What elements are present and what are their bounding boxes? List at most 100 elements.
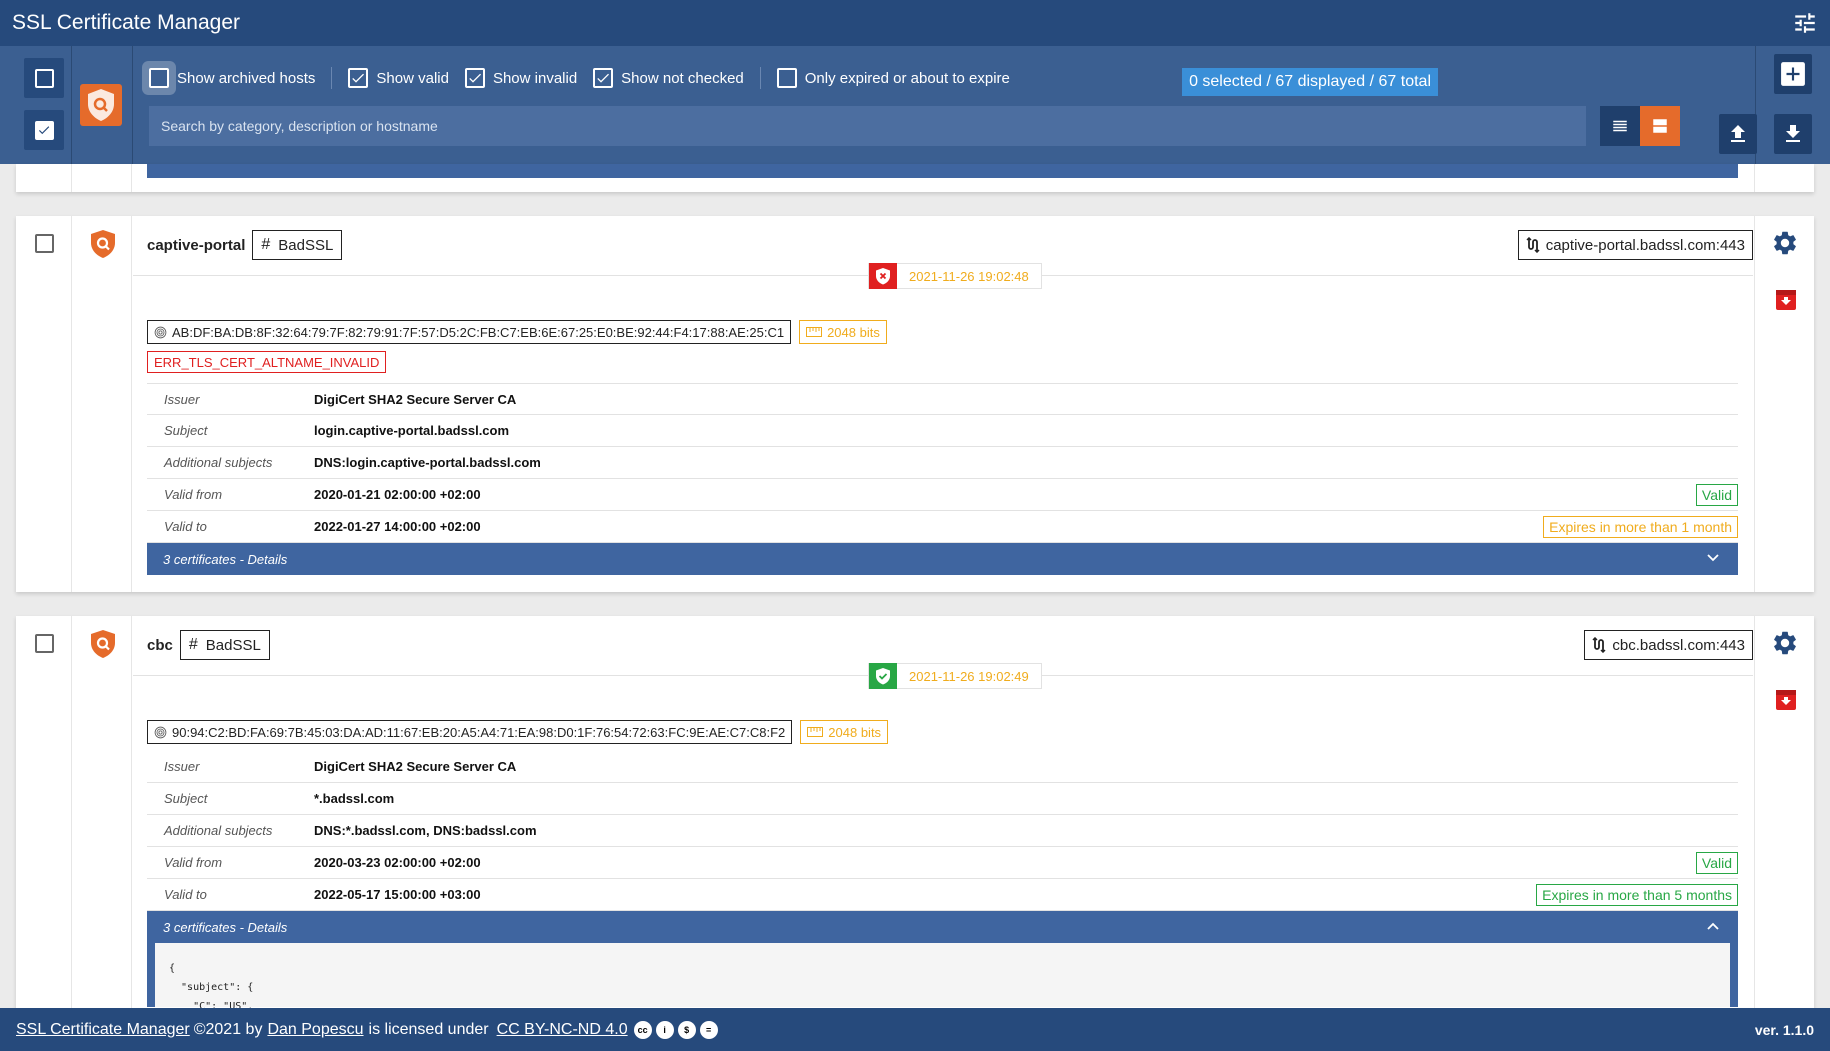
divider	[759, 67, 761, 89]
connection-icon	[1526, 237, 1540, 253]
action-buttons	[1719, 46, 1830, 164]
select-none-button[interactable]	[24, 58, 64, 98]
shield-search-icon	[91, 630, 115, 658]
last-check: 2021-11-26 19:02:48	[868, 263, 1042, 289]
ruler-icon	[807, 727, 824, 737]
upload-button[interactable]	[1719, 114, 1757, 154]
checkbox[interactable]	[593, 68, 614, 88]
divider	[331, 67, 333, 89]
hash-icon: #	[188, 636, 198, 653]
shield-check-icon	[869, 663, 897, 689]
fingerprint: AB:DF:BA:DB:8F:32:64:79:7F:82:79:91:7F:5…	[147, 320, 792, 344]
filter-only-expiring[interactable]: Only expired or about to expire	[776, 68, 1010, 88]
category-tag[interactable]: # BadSSL	[179, 630, 270, 660]
row-select-checkbox[interactable]	[35, 234, 54, 253]
author-link[interactable]: Dan Popescu	[267, 1021, 363, 1039]
archive-icon[interactable]	[1774, 288, 1798, 312]
app-logo	[80, 84, 122, 126]
gear-icon[interactable]	[1771, 229, 1799, 257]
list-view-button[interactable]	[1600, 106, 1640, 146]
host-card: cbc # BadSSL cbc.badssl.com:443 2021-11-2…	[16, 616, 1814, 1016]
category-tag[interactable]: # BadSSL	[252, 230, 343, 260]
detail-row: Issuer DigiCert SHA2 Secure Server CA	[147, 751, 1738, 783]
certificate-details: Issuer DigiCert SHA2 Secure Server CA Sub…	[147, 751, 1738, 1012]
fingerprint-icon	[154, 326, 167, 338]
status-badge: Valid	[1695, 852, 1738, 874]
hash-icon: #	[261, 236, 271, 253]
shield-search-icon	[88, 89, 114, 121]
toolbar: Show archived hosts Show valid Show inva…	[0, 46, 1830, 164]
shield-search-icon	[91, 230, 115, 258]
host-card: captive-portal # BadSSL captive-portal.ba…	[16, 216, 1814, 592]
host-name: cbc	[147, 636, 173, 654]
detail-row: Issuer DigiCert SHA2 Secure Server CA	[147, 383, 1738, 415]
view-toggle	[1600, 106, 1680, 146]
license-icons: cc i $ =	[633, 1020, 722, 1039]
download-button[interactable]	[1774, 114, 1812, 154]
footer: SSL Certificate Manager ©2021 by Dan Pop…	[0, 1008, 1830, 1051]
ruler-icon	[806, 327, 823, 337]
chain-bar	[147, 164, 1738, 178]
detail-row: Subject login.captive-portal.badssl.com	[147, 415, 1738, 447]
card-view-button[interactable]	[1640, 106, 1680, 146]
upload-icon	[1731, 125, 1745, 142]
version-label: ver. 1.1.0	[1754, 1021, 1814, 1038]
gear-icon[interactable]	[1771, 629, 1799, 657]
add-host-button[interactable]	[1774, 54, 1812, 94]
checkbox[interactable]	[776, 68, 797, 88]
download-icon	[1786, 125, 1800, 142]
cards-icon	[1653, 119, 1667, 133]
chevron-down-icon	[1707, 554, 1719, 562]
detail-row: Valid from 2020-03-23 02:00:00 +02:00 Vali…	[147, 847, 1738, 879]
filter-show-valid[interactable]: Show valid	[348, 68, 449, 88]
host-address[interactable]: captive-portal.badssl.com:443	[1517, 230, 1753, 260]
filter-show-archived[interactable]: Show archived hosts	[149, 68, 315, 88]
archive-icon[interactable]	[1774, 688, 1798, 712]
host-address[interactable]: cbc.badssl.com:443	[1584, 630, 1753, 660]
host-name: captive-portal	[147, 236, 246, 254]
fingerprint-icon	[154, 726, 167, 738]
title-bar: SSL Certificate Manager	[0, 0, 1830, 46]
certificate-details: Issuer DigiCert SHA2 Secure Server CA Sub…	[147, 383, 1738, 575]
key-size-badge: 2048 bits	[800, 720, 889, 744]
connection-icon	[1592, 637, 1606, 653]
list-icon	[1613, 120, 1627, 132]
fingerprint: 90:94:C2:BD:FA:69:7B:45:03:DA:AD:11:67:E…	[147, 720, 793, 744]
status-badge: Valid	[1695, 484, 1738, 506]
search-input[interactable]: Search by category, description or hostn…	[149, 106, 1586, 146]
last-check: 2021-11-26 19:02:49	[868, 663, 1042, 689]
filter-show-not-checked[interactable]: Show not checked	[593, 68, 744, 88]
chevron-up-icon	[1707, 922, 1719, 930]
select-all-button[interactable]	[24, 110, 64, 150]
cc-icon: cc	[633, 1020, 652, 1039]
host-card-partial	[16, 164, 1814, 192]
checkbox[interactable]	[348, 68, 369, 88]
detail-row: Valid from 2020-01-21 02:00:00 +02:00 Vali…	[147, 479, 1738, 511]
detail-row: Valid to 2022-01-27 14:00:00 +02:00 Expire…	[147, 511, 1738, 543]
selection-count-badge: 0 selected / 67 displayed / 67 total	[1182, 68, 1438, 96]
checkbox[interactable]	[464, 68, 485, 88]
selection-controls	[0, 46, 72, 164]
license-link[interactable]: CC BY-NC-ND 4.0	[497, 1021, 628, 1039]
certificate-chain-json: { "subject": { "C": "US",	[147, 943, 1738, 1012]
detail-row: Subject *.badssl.com	[147, 783, 1738, 815]
certificate-chain-toggle[interactable]: 3 certificates - Details	[147, 543, 1738, 575]
expiry-badge: Expires in more than 5 months	[1536, 884, 1738, 906]
row-select-checkbox[interactable]	[35, 634, 54, 653]
nd-icon: =	[699, 1020, 718, 1039]
detail-row: Additional subjects DNS:login.captive-por…	[147, 447, 1738, 479]
detail-row: Valid to 2022-05-17 15:00:00 +03:00 Expire…	[147, 879, 1738, 911]
product-link[interactable]: SSL Certificate Manager	[16, 1021, 190, 1039]
certificate-chain-toggle[interactable]: 3 certificates - Details	[147, 911, 1738, 943]
filter-row: Show archived hosts Show valid Show inva…	[149, 64, 1026, 92]
expiry-badge: Expires in more than 1 month	[1543, 516, 1738, 538]
by-icon: i	[655, 1020, 674, 1039]
error-badge: ERR_TLS_CERT_ALTNAME_INVALID	[147, 351, 387, 373]
detail-row: Additional subjects DNS:*.badssl.com, DNS…	[147, 815, 1738, 847]
nc-icon: $	[677, 1020, 696, 1039]
shield-x-icon	[869, 263, 897, 289]
filter-show-invalid[interactable]: Show invalid	[464, 68, 577, 88]
app-title: SSL Certificate Manager	[12, 11, 240, 34]
checkbox[interactable]	[149, 68, 169, 88]
settings-sliders-icon[interactable]	[1792, 10, 1818, 36]
